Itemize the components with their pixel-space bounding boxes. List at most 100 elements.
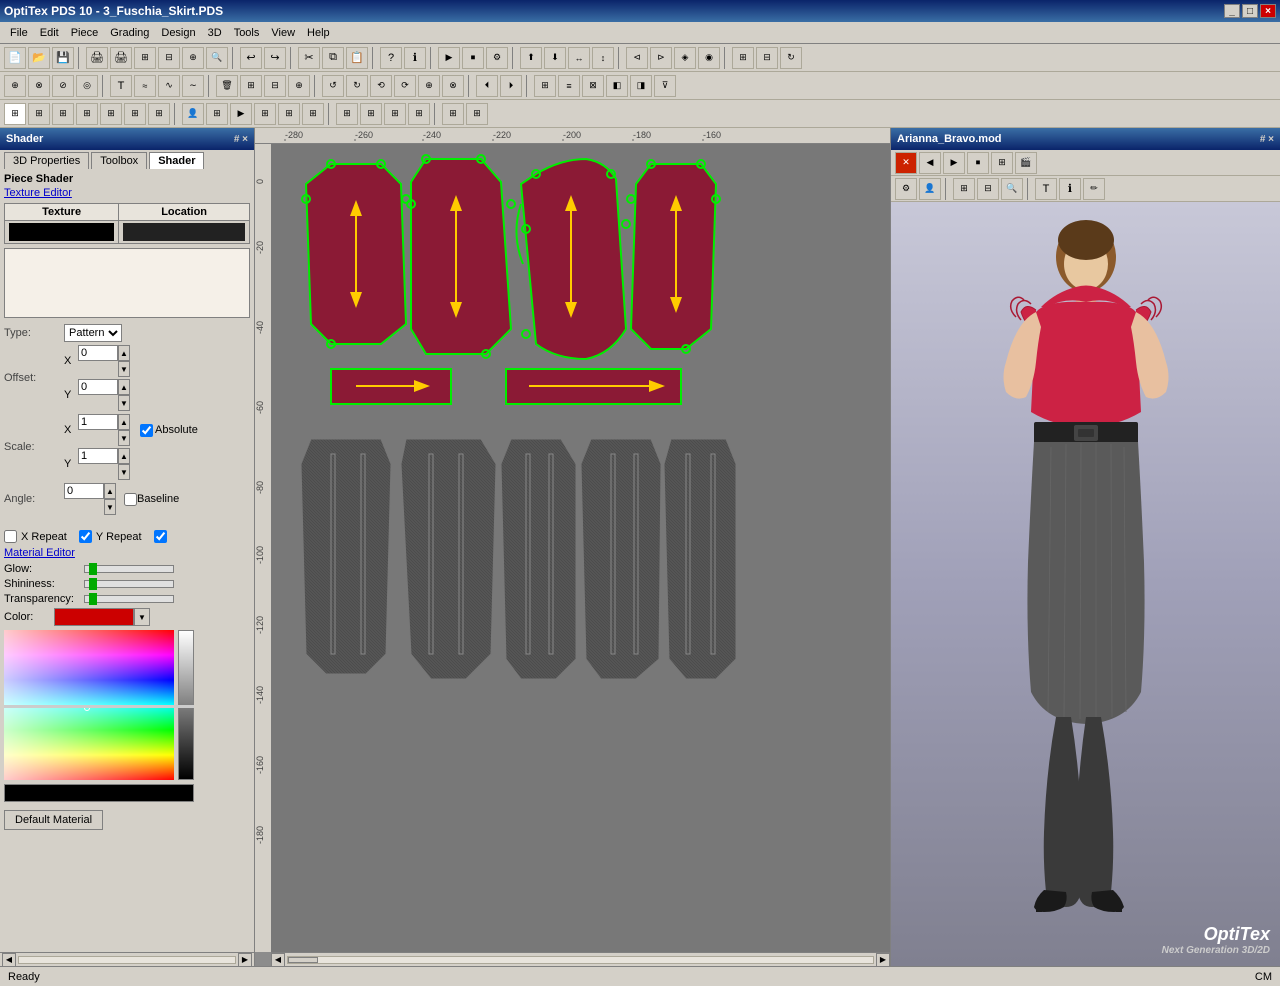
tb2-b1[interactable]: T [110, 75, 132, 97]
material-editor-link[interactable]: Material Editor [4, 547, 250, 559]
tb2-f5[interactable]: ◨ [630, 75, 652, 97]
tb-cut[interactable]: ✂ [298, 47, 320, 69]
tb2-a3[interactable]: ⊘ [52, 75, 74, 97]
tb2-f1[interactable]: ⊞ [534, 75, 556, 97]
tb3-a5[interactable]: ⊞ [100, 103, 122, 125]
piece-4[interactable] [631, 164, 716, 349]
minimize-button[interactable]: _ [1224, 4, 1240, 18]
tb3-d1[interactable]: ⊞ [442, 103, 464, 125]
model-tb-b2[interactable]: 👤 [919, 178, 941, 200]
scale-x-input[interactable] [78, 414, 118, 430]
piece-2[interactable] [411, 159, 511, 354]
tb3-a3[interactable]: ⊞ [52, 103, 74, 125]
angle-up[interactable]: ▲ [104, 483, 116, 499]
tb2-f2[interactable]: ≡ [558, 75, 580, 97]
tb2-c4[interactable]: ⊕ [288, 75, 310, 97]
tb-f1[interactable]: ⊞ [732, 47, 754, 69]
tb-e3[interactable]: ◈ [674, 47, 696, 69]
x-repeat-checkbox[interactable] [4, 530, 17, 543]
tb3-c3[interactable]: ⊞ [384, 103, 406, 125]
tb-e4[interactable]: ◉ [698, 47, 720, 69]
tb2-c3[interactable]: ⊟ [264, 75, 286, 97]
model-tb-b7[interactable]: ✏ [1083, 178, 1105, 200]
tb-print[interactable]: 🖨 [86, 47, 108, 69]
scale-x-up[interactable]: ▲ [118, 414, 130, 430]
tb3-c2[interactable]: ⊞ [360, 103, 382, 125]
tb3-c1[interactable]: ⊞ [336, 103, 358, 125]
tb2-d6[interactable]: ⊗ [442, 75, 464, 97]
tb-d2[interactable]: ⬇ [544, 47, 566, 69]
tb-d1[interactable]: ⬆ [520, 47, 542, 69]
transparency-thumb[interactable] [89, 593, 97, 605]
scale-y-input[interactable] [78, 448, 118, 464]
offset-x-down[interactable]: ▼ [118, 361, 130, 377]
menu-grading[interactable]: Grading [104, 25, 155, 41]
tb3-b5[interactable]: ⊞ [278, 103, 300, 125]
tb3-c4[interactable]: ⊞ [408, 103, 430, 125]
tb3-a4[interactable]: ⊞ [76, 103, 98, 125]
maximize-button[interactable]: □ [1242, 4, 1258, 18]
model-tb-info[interactable]: ℹ [1059, 178, 1081, 200]
color-box[interactable] [54, 608, 134, 626]
shininess-track[interactable] [84, 580, 174, 588]
tb3-b2[interactable]: ⊞ [206, 103, 228, 125]
model-pin[interactable]: # × [1260, 134, 1274, 145]
piece-3[interactable] [521, 159, 626, 359]
tb-d4[interactable]: ↕ [592, 47, 614, 69]
tb2-a2[interactable]: ⊗ [28, 75, 50, 97]
shader-scroll-left[interactable]: ◀ [2, 953, 16, 967]
model-tb-a1[interactable]: ◀ [919, 152, 941, 174]
tb2-e1[interactable]: ⏴ [476, 75, 498, 97]
table-row[interactable] [5, 221, 250, 244]
tb3-a1[interactable]: ⊞ [4, 103, 26, 125]
hscroll-track[interactable] [287, 956, 874, 964]
tab-3d-properties[interactable]: 3D Properties [4, 152, 89, 169]
shader-scroll-track[interactable] [18, 956, 236, 964]
texture-editor-link[interactable]: Texture Editor [4, 187, 250, 199]
canvas-content[interactable] [271, 144, 890, 952]
tb2-b3[interactable]: ∿ [158, 75, 180, 97]
tb-undo[interactable]: ↩ [240, 47, 262, 69]
tb-e2[interactable]: ⊳ [650, 47, 672, 69]
tb-f3[interactable]: ↻ [780, 47, 802, 69]
tb3-d2[interactable]: ⊞ [466, 103, 488, 125]
model-tb-b1[interactable]: ⚙ [895, 178, 917, 200]
type-select[interactable]: Pattern [64, 324, 122, 342]
tb-save[interactable]: 💾 [52, 47, 74, 69]
tb2-b4[interactable]: ∼ [182, 75, 204, 97]
repeat-extra-checkbox[interactable] [154, 530, 167, 543]
tb-c1[interactable]: ▶ [438, 47, 460, 69]
tb3-b3[interactable]: ▶ [230, 103, 252, 125]
shininess-thumb[interactable] [89, 578, 97, 590]
tb2-d3[interactable]: ⟲ [370, 75, 392, 97]
color-picker[interactable] [4, 630, 194, 780]
tb-info[interactable]: ℹ [404, 47, 426, 69]
skirt-1[interactable] [301, 439, 391, 674]
tb2-d5[interactable]: ⊕ [418, 75, 440, 97]
menu-view[interactable]: View [265, 25, 301, 41]
y-repeat-checkbox[interactable] [79, 530, 92, 543]
tb-redo[interactable]: ↪ [264, 47, 286, 69]
menu-edit[interactable]: Edit [34, 25, 65, 41]
skirt-4[interactable] [581, 439, 661, 679]
tb3-b4[interactable]: ⊞ [254, 103, 276, 125]
canvas-area[interactable]: -280 -260 -240 -220 -200 -180 -160 [255, 128, 890, 966]
tb3-a7[interactable]: ⊞ [148, 103, 170, 125]
tb-open[interactable]: 📂 [28, 47, 50, 69]
menu-help[interactable]: Help [301, 25, 336, 41]
close-button[interactable]: × [1260, 4, 1276, 18]
shader-pin[interactable]: # × [234, 134, 248, 145]
model-tb-b3[interactable]: ⊞ [953, 178, 975, 200]
model-view[interactable]: OptiTex Next Generation 3D/2D [891, 202, 1280, 966]
tb-new[interactable]: 📄 [4, 47, 26, 69]
tb-print2[interactable]: 🖨 [110, 47, 132, 69]
model-tb-b5[interactable]: 🔍 [1001, 178, 1023, 200]
hscroll-left[interactable]: ◀ [271, 953, 285, 967]
tb-copy[interactable]: ⧉ [322, 47, 344, 69]
tb-b4[interactable]: 🔍 [206, 47, 228, 69]
color-dropdown[interactable]: ▼ [134, 608, 150, 626]
hscroll-right[interactable]: ▶ [876, 953, 890, 967]
tb2-b2[interactable]: ≈ [134, 75, 156, 97]
tb-e1[interactable]: ⊲ [626, 47, 648, 69]
angle-down[interactable]: ▼ [104, 499, 116, 515]
